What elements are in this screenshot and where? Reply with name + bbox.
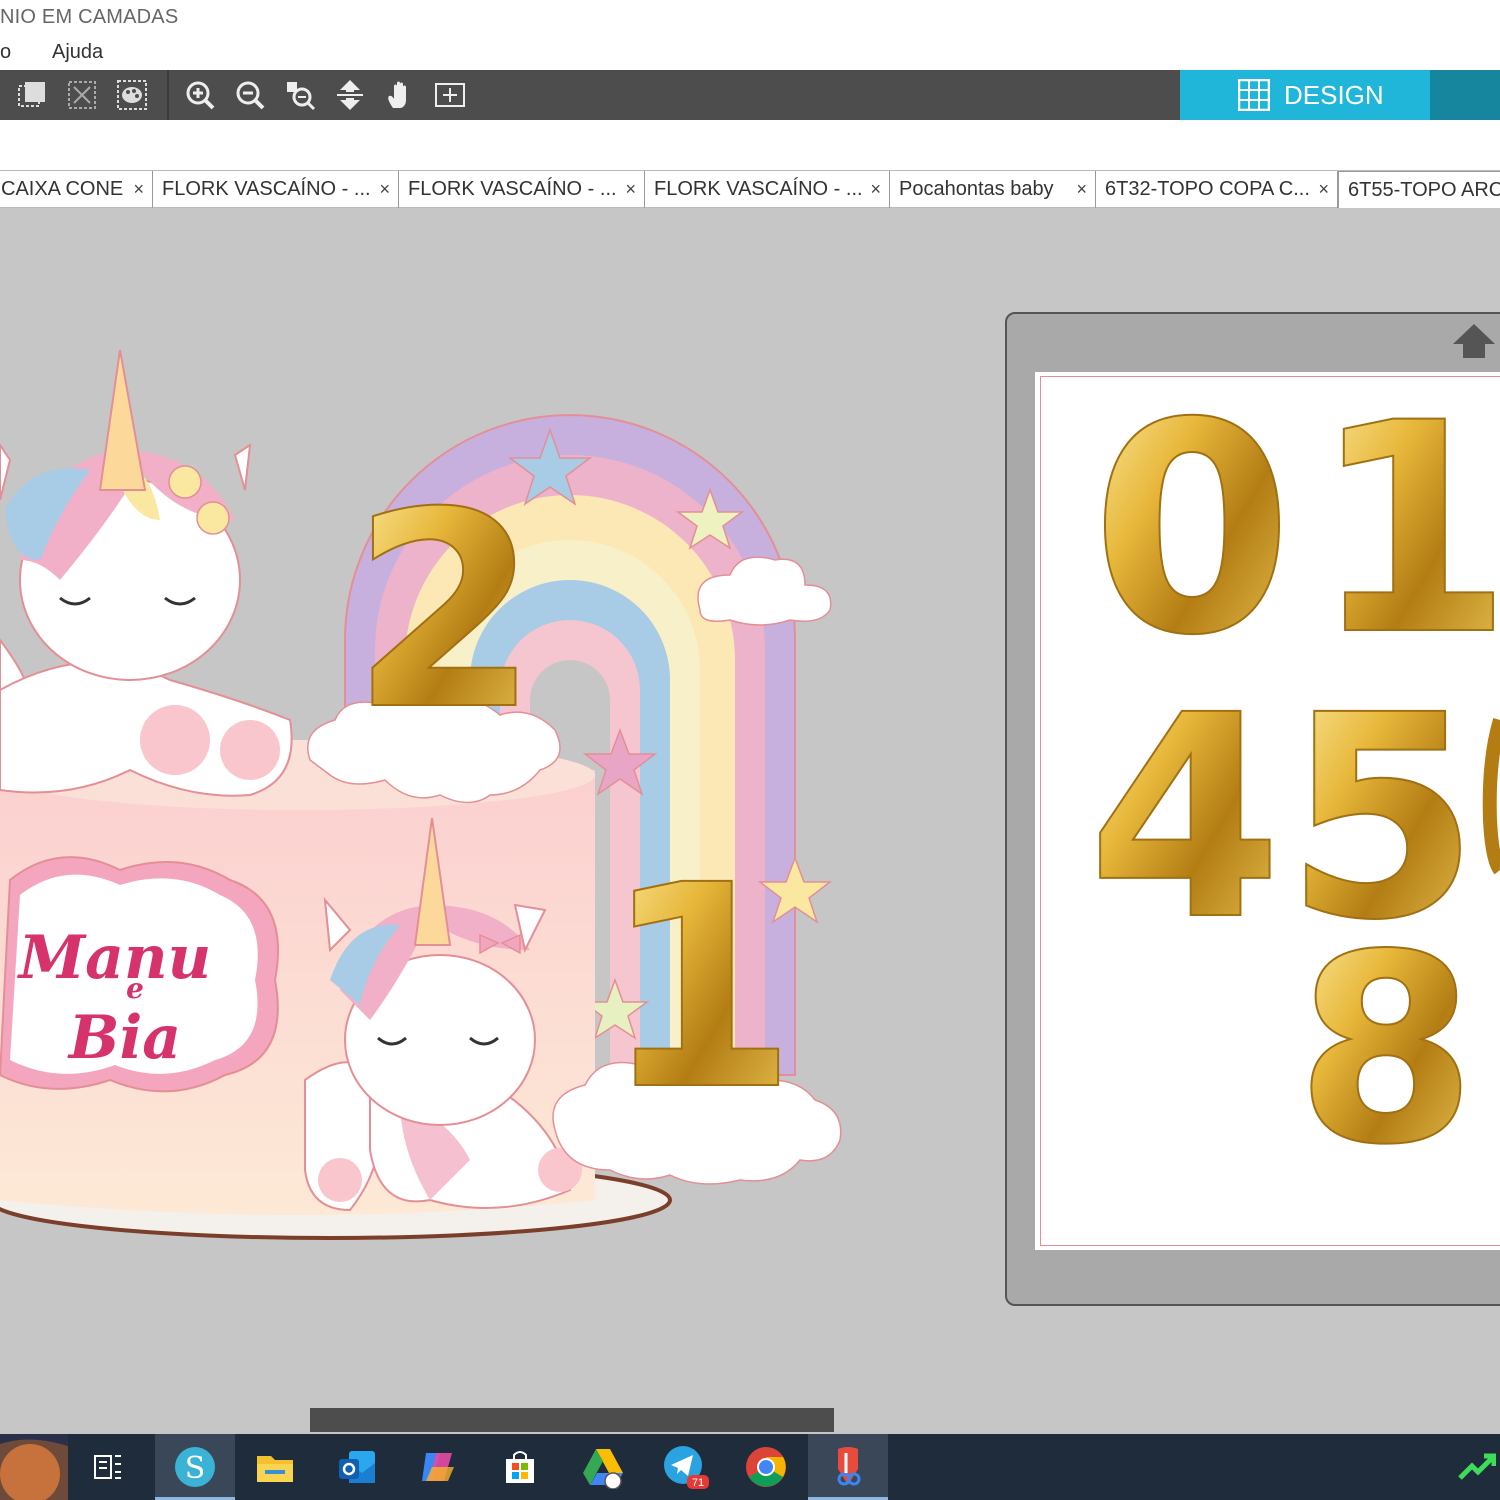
- mat-digit-0: 0: [1091, 380, 1293, 699]
- title-bar: NIO EM CAMADAS: [0, 0, 1500, 34]
- mat-digit-4: 4: [1088, 656, 1283, 982]
- tab-close-icon[interactable]: ×: [1076, 179, 1087, 200]
- silhouette-studio-icon[interactable]: S: [155, 1434, 235, 1500]
- window-title: NIO EM CAMADAS: [0, 6, 179, 28]
- deselect-icon[interactable]: [64, 77, 100, 113]
- cake-name-line1: Manu: [17, 923, 212, 993]
- task-view-icon[interactable]: [68, 1434, 148, 1500]
- svg-text:S: S: [185, 1451, 206, 1486]
- name-plaque: Manu e Bia: [0, 856, 279, 1093]
- windows-taskbar: S 71: [0, 1434, 1500, 1500]
- select-all-icon[interactable]: [14, 77, 50, 113]
- tab-label: FLORK VASCAÍNO - ...: [408, 178, 617, 200]
- cake-name-line2: e: [126, 972, 144, 1005]
- outlook-icon[interactable]: [317, 1434, 397, 1500]
- telegram-icon[interactable]: 71: [645, 1434, 725, 1500]
- menu-item-help[interactable]: Ajuda: [52, 41, 103, 64]
- toolbar: DESIGN: [0, 70, 1500, 120]
- mat-digit-1: 1: [1311, 380, 1500, 699]
- tab-label: 6T55-TOPO ARCO: [1348, 179, 1500, 201]
- balloon-digit-2: 2: [351, 454, 539, 769]
- tab-close-icon[interactable]: ×: [133, 179, 144, 200]
- tab-flork-2[interactable]: FLORK VASCAÍNO - ... ×: [399, 171, 645, 208]
- tab-close-icon[interactable]: ×: [379, 179, 390, 200]
- document-tabs: CAIXA CONE × FLORK VASCAÍNO - ... × FLOR…: [0, 170, 1500, 208]
- wallpaper-thumbnail[interactable]: [0, 1434, 68, 1500]
- tab-topo-arco[interactable]: 6T55-TOPO ARCO: [1338, 171, 1500, 208]
- tab-flork-1[interactable]: FLORK VASCAÍNO - ... ×: [153, 171, 399, 208]
- toolbar-separator: [167, 70, 169, 120]
- tab-pocahontas[interactable]: Pocahontas baby ×: [890, 171, 1096, 208]
- mat-digit-partial: [1482, 717, 1500, 875]
- telegram-badge: 71: [692, 1477, 704, 1489]
- mat-balloon-digits[interactable]: 0 1 4 5 8: [1040, 380, 1500, 1170]
- balloon-digit-1: 1: [603, 826, 798, 1152]
- tab-close-icon[interactable]: ×: [870, 179, 881, 200]
- chrome-icon[interactable]: [726, 1434, 806, 1500]
- cake-topper-artwork[interactable]: Manu e Bia 2 1: [0, 330, 860, 1250]
- toolbar-gap: [0, 120, 1500, 170]
- zoom-out-icon[interactable]: [232, 77, 268, 113]
- trend-up-icon[interactable]: [1458, 1452, 1496, 1482]
- grid-icon: [1238, 79, 1270, 111]
- tab-label: Pocahontas baby: [899, 178, 1054, 200]
- design-label: DESIGN: [1284, 79, 1384, 110]
- copilot-icon[interactable]: [398, 1434, 478, 1500]
- file-explorer-icon[interactable]: [235, 1434, 315, 1500]
- tab-topo-copa[interactable]: 6T32-TOPO COPA C... ×: [1096, 171, 1338, 208]
- pan-down-icon[interactable]: [332, 77, 368, 113]
- fit-to-page-icon[interactable]: [432, 77, 468, 113]
- tab-caixa-cone[interactable]: CAIXA CONE ×: [0, 171, 153, 208]
- tab-label: 6T32-TOPO COPA C...: [1105, 178, 1310, 200]
- menu-bar: o Ajuda: [0, 34, 1500, 70]
- menu-item-partial[interactable]: o: [0, 41, 11, 64]
- horizontal-scrollbar-thumb[interactable]: [310, 1408, 834, 1432]
- design-tab-button[interactable]: DESIGN: [1180, 70, 1430, 120]
- microsoft-store-icon[interactable]: [480, 1434, 560, 1500]
- tab-close-icon[interactable]: ×: [1318, 179, 1329, 200]
- mat-up-arrow-icon[interactable]: [1451, 322, 1497, 360]
- tab-flork-3[interactable]: FLORK VASCAÍNO - ... ×: [645, 171, 890, 208]
- snipping-tool-icon[interactable]: [808, 1434, 888, 1500]
- tab-label: FLORK VASCAÍNO - ...: [654, 178, 863, 200]
- google-drive-icon[interactable]: [563, 1434, 643, 1500]
- tab-label: FLORK VASCAÍNO - ...: [162, 178, 371, 200]
- tab-close-icon[interactable]: ×: [625, 179, 636, 200]
- unicorn-top: [0, 349, 293, 797]
- zoom-in-icon[interactable]: [182, 77, 218, 113]
- cake-name-line3: Bia: [67, 1003, 181, 1073]
- toolbar-right-panel-button[interactable]: [1430, 70, 1500, 120]
- hand-pan-icon[interactable]: [382, 77, 418, 113]
- mat-digit-8: 8: [1296, 900, 1477, 1170]
- zoom-box-icon[interactable]: [282, 77, 318, 113]
- select-by-color-icon[interactable]: [114, 77, 150, 113]
- tab-label: CAIXA CONE: [1, 178, 124, 200]
